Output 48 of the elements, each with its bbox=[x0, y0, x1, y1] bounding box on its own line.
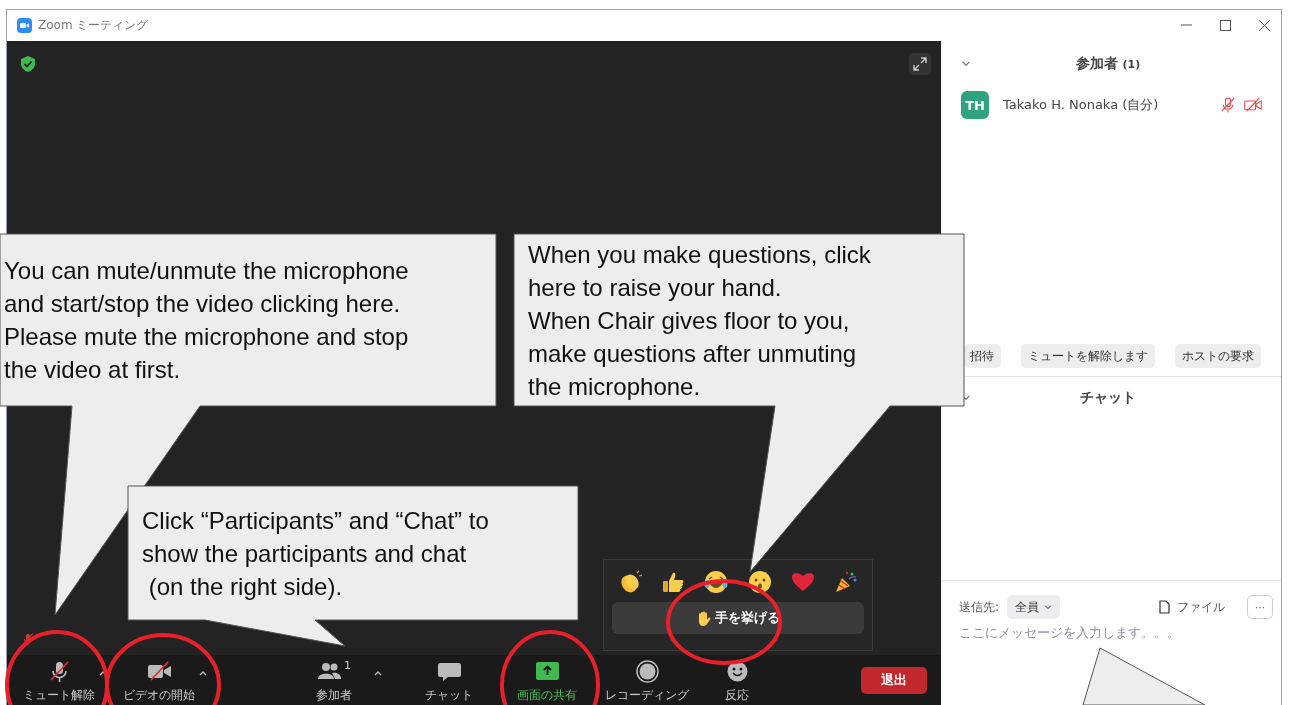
panel-button[interactable]: ホストの要求 bbox=[1175, 344, 1261, 368]
leave-button[interactable]: 退出 bbox=[861, 666, 927, 694]
reaction-button[interactable] bbox=[833, 570, 858, 594]
unmute-button[interactable]: ミュート解除 bbox=[21, 656, 97, 704]
panel-title: 参加者 bbox=[1075, 55, 1118, 71]
chevron-down-icon bbox=[1044, 604, 1053, 610]
raised-hand-icon bbox=[696, 610, 711, 626]
laughing-face-icon bbox=[704, 570, 729, 594]
callout-text: You can mute/unmute the microphone and start/stop the video clicking here. Please mute the microphone and stop the video at first. bbox=[4, 256, 409, 385]
record-icon bbox=[634, 659, 660, 684]
panel-button[interactable]: ミュートを解除します bbox=[1021, 344, 1155, 368]
thumbs-up-icon bbox=[661, 570, 686, 594]
close-button[interactable] bbox=[1258, 19, 1271, 32]
send-to-label: 送信先: bbox=[959, 598, 1000, 616]
message-input[interactable]: ここにメッセージを入力します。。。 bbox=[959, 625, 1259, 640]
panel-button[interactable]: 招待 bbox=[963, 344, 1001, 368]
reaction-button[interactable] bbox=[747, 570, 772, 594]
reactions-button[interactable]: 反応 bbox=[699, 656, 775, 704]
start-video-button[interactable]: ビデオの開始 bbox=[121, 656, 197, 704]
reaction-button[interactable] bbox=[704, 570, 729, 594]
maximize-button[interactable] bbox=[1219, 19, 1232, 32]
more-button[interactable]: ··· bbox=[1247, 595, 1273, 619]
surprised-face-icon bbox=[747, 570, 772, 594]
participant-count: (1) bbox=[1122, 58, 1141, 71]
recipient-dropdown[interactable]: 全員 bbox=[1007, 595, 1061, 619]
fullscreen-button[interactable] bbox=[909, 53, 931, 75]
muted-microphone-icon bbox=[21, 631, 35, 647]
avatar: TH bbox=[961, 91, 989, 119]
shield-check-icon bbox=[21, 56, 35, 72]
zoom-logo-icon bbox=[17, 18, 32, 33]
callout-text: Click “Participants” and “Chat” to show the participants and chat (on the right side). bbox=[142, 506, 489, 602]
participant-count: 1 bbox=[344, 659, 351, 672]
participants-button[interactable]: 1 参加者 bbox=[296, 656, 372, 704]
chat-button[interactable]: チャット bbox=[411, 656, 487, 704]
window-title: Zoom ミーティング bbox=[38, 17, 149, 34]
close-icon bbox=[1258, 19, 1271, 32]
callout-text: When you make questions, click here to raise your hand. When Chair gives floor to you, make questions after unmuting the microphone. bbox=[528, 240, 871, 402]
collapse-button[interactable] bbox=[961, 61, 971, 67]
panel-title: チャット bbox=[1080, 389, 1136, 405]
maximize-icon bbox=[1219, 19, 1232, 32]
party-popper-icon bbox=[833, 570, 858, 594]
heart-icon bbox=[790, 570, 815, 594]
raise-hand-button[interactable]: 手を挙げる bbox=[612, 602, 864, 634]
participant-name: Takako H. Nonaka (自分) bbox=[1003, 96, 1160, 114]
share-screen-button[interactable]: 画面の共有 bbox=[509, 656, 585, 704]
file-icon bbox=[1159, 600, 1170, 614]
reaction-button[interactable] bbox=[661, 570, 686, 594]
file-button[interactable]: ファイル bbox=[1159, 598, 1225, 616]
